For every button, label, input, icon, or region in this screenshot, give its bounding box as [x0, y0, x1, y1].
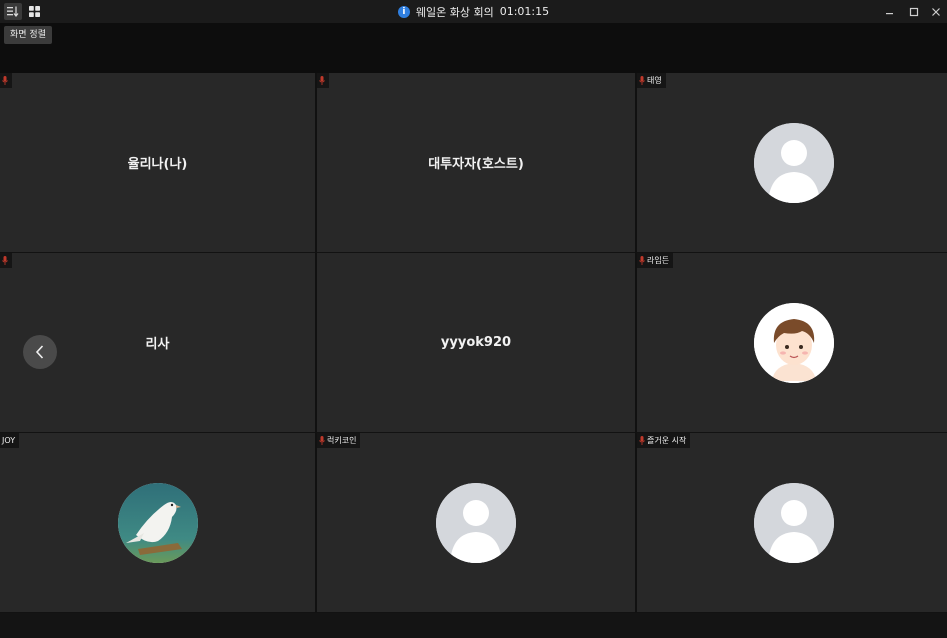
muted-mic-icon: [2, 76, 8, 85]
participant-tile[interactable]: JOY: [0, 433, 315, 613]
close-icon: [932, 7, 940, 16]
close-button[interactable]: [925, 2, 947, 21]
participant-tag: [0, 253, 12, 268]
participant-name: yyyok920: [440, 335, 512, 350]
participant-tag: [0, 73, 12, 88]
participant-grid: 율리나(나) 대투자자(호스트) 태영 리사 yyyok920 라임든 JOY …: [0, 73, 947, 613]
title-bar: i 웨일온 화상 회의 01:01:15: [0, 0, 947, 23]
bottom-bar: [0, 613, 947, 638]
muted-mic-icon: [319, 436, 325, 445]
default-avatar: [754, 122, 834, 203]
participant-name: JOY: [2, 436, 16, 445]
participant-name: 율리나(나): [127, 157, 188, 172]
muted-mic-icon: [319, 76, 325, 85]
meeting-timer: 01:01:15: [499, 5, 550, 18]
maximize-button[interactable]: [903, 2, 925, 21]
maximize-icon: [909, 7, 919, 16]
muted-mic-icon: [639, 436, 645, 445]
participant-name: 태영: [647, 76, 662, 85]
participant-name: 라임든: [647, 256, 670, 265]
participant-tile[interactable]: 라임든: [637, 253, 947, 433]
participant-name: 리사: [145, 337, 170, 352]
white-bird-avatar: [117, 482, 198, 563]
minimize-icon: [886, 12, 893, 14]
participant-tag: 태영: [637, 73, 666, 88]
participant-tile[interactable]: 럭키코인: [317, 433, 635, 613]
participant-name: 즐거운 시작: [647, 436, 687, 445]
previous-page-button[interactable]: [23, 335, 57, 369]
participant-tag: 라임든: [637, 253, 674, 268]
meeting-title: 웨일온 화상 회의: [415, 5, 494, 19]
participant-name: 럭키코인: [327, 436, 357, 445]
chevron-left-icon: [35, 345, 44, 359]
participant-tag: JOY: [0, 433, 20, 448]
window-title: i 웨일온 화상 회의 01:01:15: [0, 0, 947, 23]
default-avatar: [754, 482, 834, 563]
participant-tile[interactable]: 율리나(나): [0, 73, 315, 253]
participant-tile[interactable]: 대투자자(호스트): [317, 73, 635, 253]
default-avatar: [436, 482, 516, 563]
sort-tooltip: 화면 정렬: [4, 26, 52, 44]
participant-tag: 럭키코인: [317, 433, 361, 448]
participant-tile[interactable]: 태영: [637, 73, 947, 253]
participant-tile[interactable]: yyyok920: [317, 253, 635, 433]
participant-tag: [317, 73, 329, 88]
minimize-button[interactable]: [879, 2, 901, 21]
info-icon[interactable]: i: [397, 5, 410, 18]
participant-tile[interactable]: 즐거운 시작: [637, 433, 947, 613]
muted-mic-icon: [639, 76, 645, 85]
muted-mic-icon: [639, 256, 645, 265]
cartoon-boy-avatar: [754, 302, 834, 383]
participant-tag: 즐거운 시작: [637, 433, 691, 448]
muted-mic-icon: [2, 256, 8, 265]
participant-name: 대투자자(호스트): [428, 157, 524, 172]
